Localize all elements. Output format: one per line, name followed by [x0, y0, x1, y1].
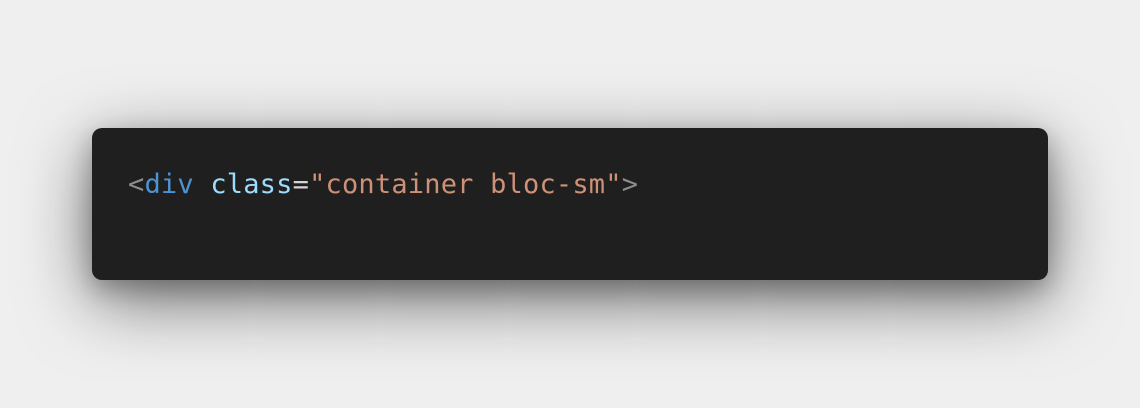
attribute-value: "container bloc-sm"	[309, 169, 622, 200]
code-snippet-card: <div class="container bloc-sm">	[92, 128, 1048, 280]
close-angle-bracket: >	[621, 169, 639, 200]
code-line: <div class="container bloc-sm">	[128, 168, 638, 202]
equals-sign: =	[292, 169, 310, 200]
attribute-name: class	[210, 169, 293, 200]
open-angle-bracket: <	[128, 169, 145, 200]
tag-name: div	[144, 169, 194, 200]
